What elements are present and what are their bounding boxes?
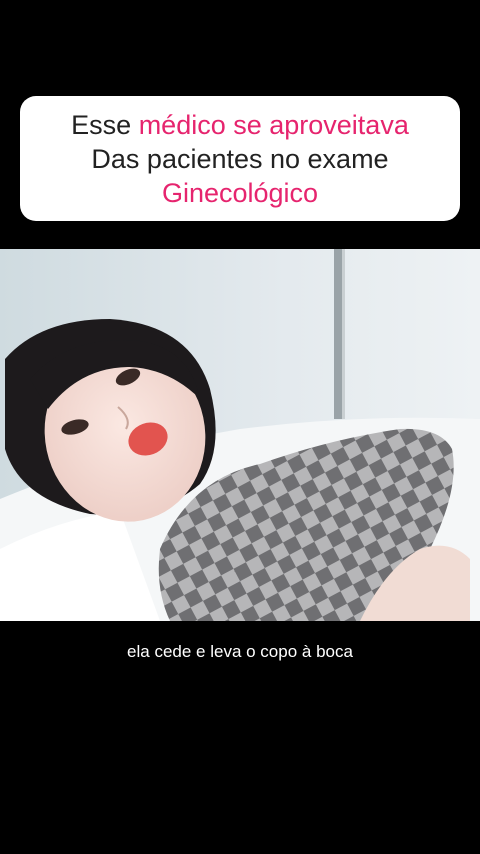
caption-line-1-plain: Esse bbox=[71, 109, 139, 140]
video-subtitle: ela cede e leva o copo à boca bbox=[127, 642, 353, 661]
caption-line-3: Ginecológico bbox=[161, 177, 319, 208]
video-scene bbox=[0, 249, 480, 621]
caption-box: Esse médico se aproveitava Das pacientes… bbox=[20, 96, 460, 221]
caption-line-2: Das pacientes no exame bbox=[91, 143, 389, 174]
video-frame[interactable] bbox=[0, 249, 480, 621]
caption-line-1-highlight: médico se aproveitava bbox=[138, 109, 409, 140]
caption-line-1: Esse médico se aproveitava bbox=[71, 108, 409, 142]
